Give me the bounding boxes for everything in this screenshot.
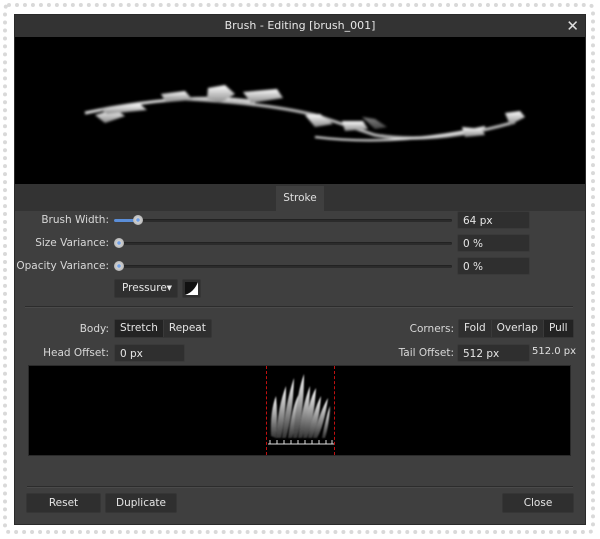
close-icon[interactable]: ✕	[566, 15, 579, 37]
window-title: Brush - Editing [brush_001]	[224, 19, 376, 32]
pressure-curve-button[interactable]	[182, 279, 201, 298]
size-variance-slider-knob[interactable]	[114, 238, 124, 248]
controller-selected: Pressure	[122, 282, 167, 294]
corners-fold-option[interactable]: Fold	[459, 320, 492, 337]
opacity-variance-slider-knob[interactable]	[114, 261, 124, 271]
pressure-curve-icon	[185, 282, 198, 295]
body-label: Body:	[79, 323, 109, 335]
brush-width-label: Brush Width:	[41, 214, 109, 226]
brush-width-slider-knob[interactable]	[133, 215, 143, 225]
brush-width-slider[interactable]	[114, 215, 452, 225]
tail-offset-readout: 512.0 px	[532, 346, 577, 357]
stroke-preview	[15, 37, 585, 184]
body-repeat-option[interactable]: Repeat	[164, 320, 211, 337]
stroke-preview-graphic	[84, 85, 525, 142]
triangle-down-icon: ▼	[166, 284, 172, 292]
opacity-variance-field[interactable]: 0 %	[457, 257, 530, 275]
corners-label: Corners:	[409, 323, 454, 335]
head-offset-label: Head Offset:	[43, 347, 109, 359]
close-button[interactable]: Close	[502, 493, 574, 513]
reset-button[interactable]: Reset	[26, 493, 101, 513]
footer-divider	[27, 486, 573, 488]
section-divider	[25, 306, 573, 308]
size-variance-field[interactable]: 0 %	[457, 234, 530, 252]
body-stretch-option[interactable]: Stretch	[115, 320, 164, 337]
controller-dropdown[interactable]: Pressure ▼	[114, 279, 178, 298]
body-segmented-control: Stretch Repeat	[114, 319, 212, 338]
duplicate-button[interactable]: Duplicate	[105, 493, 177, 513]
corners-pull-option[interactable]: Pull	[543, 320, 573, 337]
tab-bar: Stroke	[15, 184, 585, 211]
brush-editor-dialog: Brush - Editing [brush_001] ✕ Stroke Bru…	[15, 15, 585, 524]
size-variance-label: Size Variance:	[35, 237, 109, 249]
brush-texture-canvas[interactable]	[28, 365, 571, 456]
tab-stroke[interactable]: Stroke	[276, 186, 324, 211]
title-bar: Brush - Editing [brush_001] ✕	[15, 15, 585, 37]
tail-offset-label: Tail Offset:	[398, 347, 454, 359]
opacity-variance-slider[interactable]	[114, 261, 452, 271]
head-offset-field[interactable]: 0 px	[114, 344, 185, 362]
brush-width-field[interactable]: 64 px	[457, 211, 530, 229]
corners-segmented-control: Fold Overlap Pull	[458, 319, 574, 338]
opacity-variance-label: Opacity Variance:	[16, 260, 109, 272]
size-variance-slider[interactable]	[114, 238, 452, 248]
tail-offset-field[interactable]: 512 px	[457, 344, 530, 362]
corners-overlap-option[interactable]: Overlap	[492, 320, 544, 337]
brush-texture-graphic	[268, 374, 334, 445]
